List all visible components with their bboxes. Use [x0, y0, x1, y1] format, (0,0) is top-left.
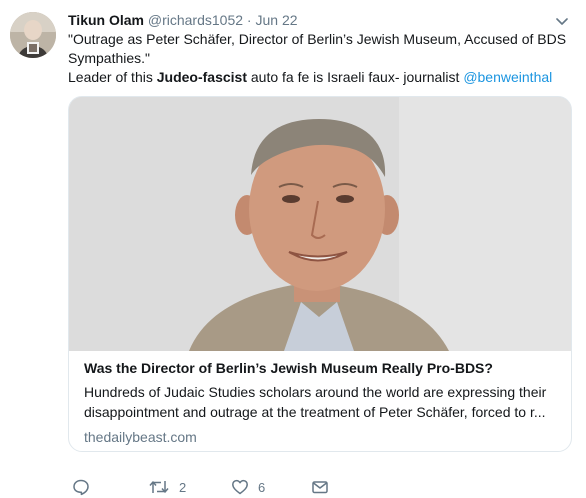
- reply-icon: [72, 478, 90, 496]
- link-card[interactable]: Was the Director of Berlin’s Jewish Muse…: [68, 96, 572, 452]
- tweet-bold-phrase: Judeo-fascist: [156, 69, 247, 85]
- tweet-header: Tikun Olam @richards1052 · Jun 22: [68, 10, 570, 30]
- like-button[interactable]: 6: [231, 478, 265, 496]
- tweet-line-2: Sympathies.": [68, 50, 151, 66]
- tweet-text: "Outrage as Peter Schäfer, Director of B…: [68, 30, 568, 87]
- card-domain: thedailybeast.com: [84, 429, 197, 445]
- envelope-icon: [311, 478, 329, 496]
- like-count: 6: [258, 479, 266, 495]
- reply-button[interactable]: [72, 478, 90, 496]
- tweet-line-3: Leader of this Judeo-fascist auto fa fe …: [68, 68, 568, 87]
- card-description-line-2: disappointment and outrage at the treatm…: [84, 404, 546, 420]
- tweet-line-1: "Outrage as Peter Schäfer, Director of B…: [68, 31, 567, 47]
- tweet-line-3-mid: auto fa fe is Israeli faux- journalist: [246, 69, 464, 85]
- card-description: Hundreds of Judaic Studies scholars arou…: [84, 382, 559, 422]
- separator: ·: [246, 12, 252, 28]
- card-description-line-1: Hundreds of Judaic Studies scholars arou…: [84, 384, 547, 400]
- avatar[interactable]: [10, 12, 56, 58]
- mention-link[interactable]: @benweinthal: [463, 69, 552, 85]
- retweet-count: 2: [179, 479, 187, 495]
- chevron-down-icon[interactable]: [556, 14, 568, 26]
- tweet-date[interactable]: Jun 22: [255, 12, 297, 28]
- card-photo: [69, 97, 571, 351]
- retweet-icon: [148, 478, 170, 496]
- direct-message-button[interactable]: [311, 478, 329, 496]
- author-handle[interactable]: @richards1052: [148, 12, 243, 28]
- retweet-button[interactable]: 2: [148, 478, 186, 496]
- author-name[interactable]: Tikun Olam: [68, 12, 144, 28]
- tweet-line-3-pre: Leader of this: [68, 69, 157, 85]
- card-body: Was the Director of Berlin’s Jewish Muse…: [84, 359, 559, 447]
- heart-icon: [231, 478, 249, 496]
- card-title[interactable]: Was the Director of Berlin’s Jewish Muse…: [84, 359, 559, 378]
